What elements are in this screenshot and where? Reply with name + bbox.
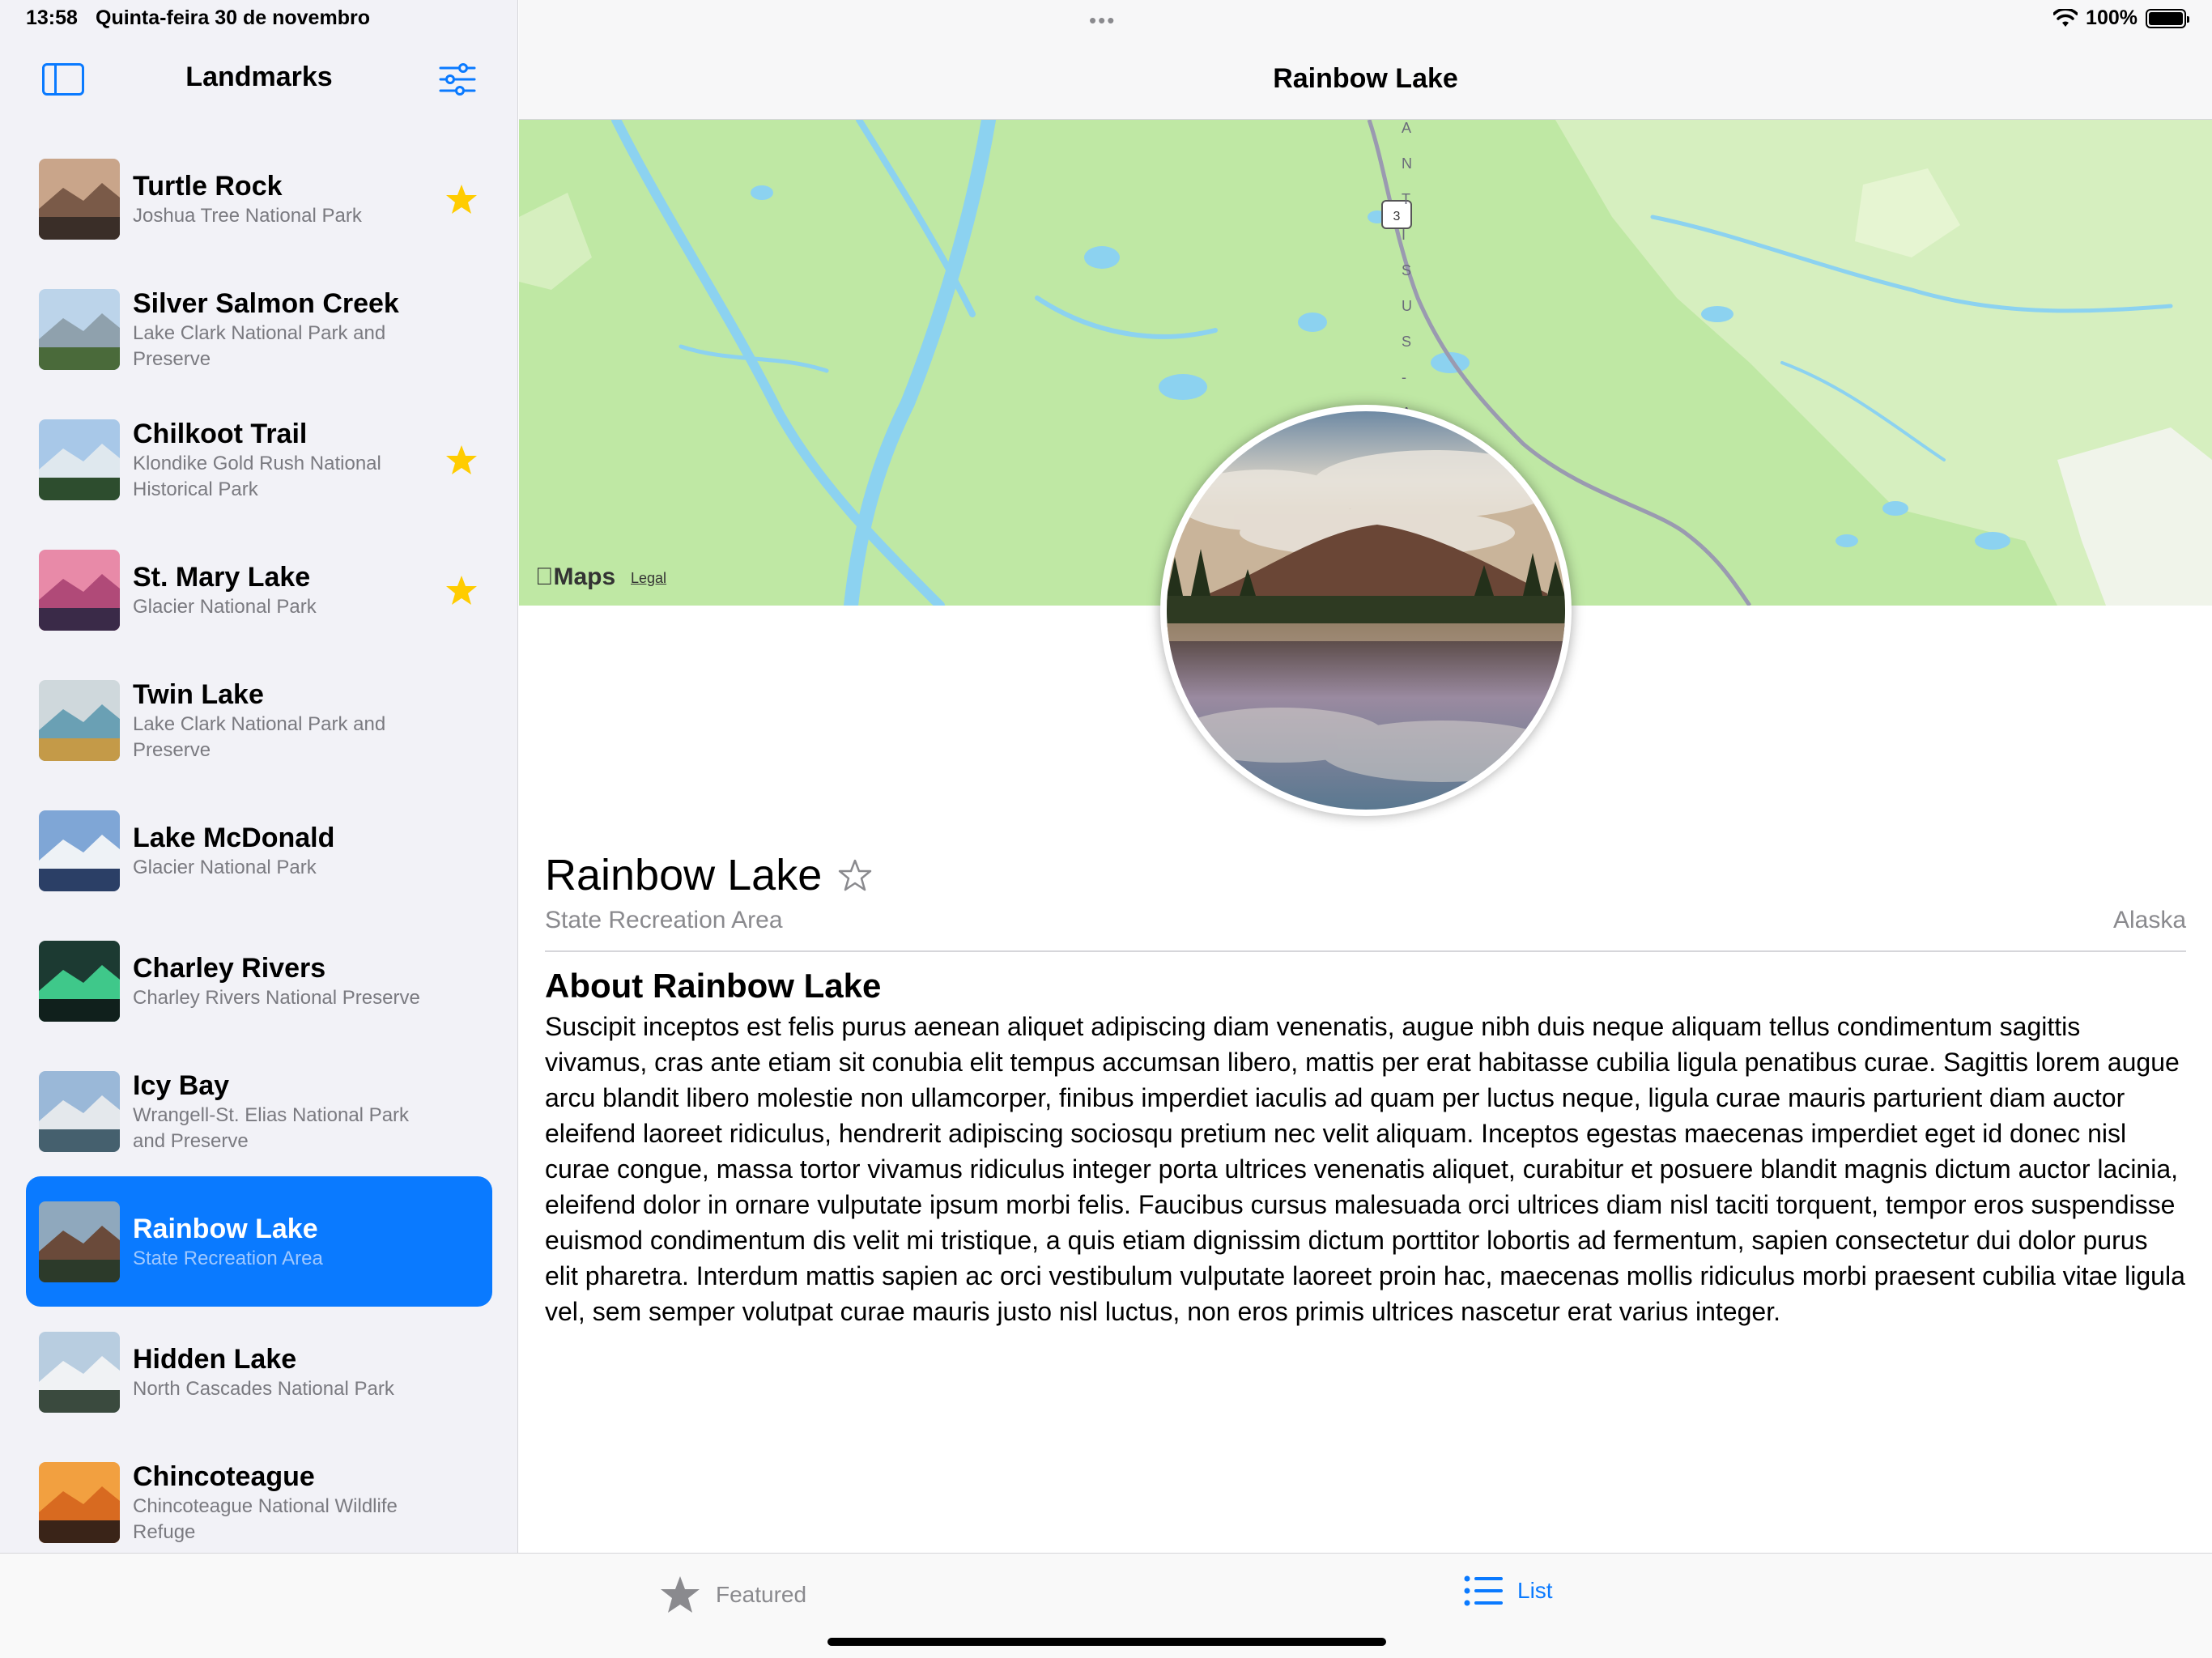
landmark-row-park: Joshua Tree National Park: [133, 204, 362, 227]
landmark-name: Rainbow Lake: [545, 851, 823, 899]
landmark-thumbnail: [39, 679, 120, 761]
landmark-row[interactable]: Silver Salmon Creek Lake Clark National P…: [26, 264, 492, 394]
about-heading: About Rainbow Lake: [545, 967, 882, 1005]
landmark-row[interactable]: Twin Lake Lake Clark National Park and Pr…: [26, 655, 492, 785]
rainbow-lake-photo: [1167, 411, 1565, 810]
landmark-list: Turtle Rock Joshua Tree National Park Silv…: [0, 134, 517, 1553]
tab-featured[interactable]: Featured: [659, 1575, 806, 1615]
landmark-row-name: Icy Bay: [133, 1069, 230, 1101]
landmark-thumbnail: [39, 810, 120, 891]
tab-list[interactable]: List: [1464, 1575, 1553, 1607]
landmark-row-park: Chincoteague National Wildlife Refuge: [133, 1494, 398, 1543]
landmark-row[interactable]: St. Mary Lake Glacier National Park: [26, 525, 492, 655]
landmark-park: State Recreation Area: [545, 907, 783, 933]
landmark-meta: State Recreation Area Alaska: [545, 907, 2186, 952]
road-shield-label: 3: [1393, 210, 1401, 223]
landmark-row-name: Lake McDonald: [133, 822, 335, 853]
landmark-row-name: Chilkoot Trail: [133, 418, 308, 449]
list-icon: [1464, 1575, 1503, 1606]
landmark-thumbnail: [39, 549, 120, 631]
landmark-row-name: Twin Lake: [133, 678, 264, 710]
landmark-row-park: State Recreation Area: [133, 1247, 323, 1269]
status-time: 13:58: [26, 6, 78, 29]
home-indicator[interactable]: [827, 1638, 1386, 1646]
detail-nav-title: Rainbow Lake: [1273, 63, 1458, 94]
landmark-thumbnail: [39, 1201, 120, 1282]
favorite-star-icon: [446, 184, 477, 214]
landmark-hero-image: [1160, 405, 1572, 816]
landmark-row-park: Glacier National Park: [133, 595, 317, 618]
landmark-row-park: Charley Rivers National Preserve: [133, 986, 420, 1009]
status-bar: 13:58 Quinta-feira 30 de novembro ••• 10…: [0, 0, 2212, 39]
sidebar-header: Landmarks: [0, 45, 517, 113]
landmark-thumbnail: [39, 419, 120, 500]
landmark-details: Rainbow Lake State Recreation Area Alask…: [545, 850, 2186, 1329]
star-icon: [661, 1576, 700, 1613]
landmark-row[interactable]: Hidden Lake North Cascades National Park: [26, 1307, 492, 1437]
tab-list-label: List: [1517, 1578, 1553, 1603]
landmark-row-name: Chincoteague: [133, 1460, 315, 1492]
about-description: Suscipit inceptos est felis purus aenean…: [545, 1012, 2185, 1326]
landmark-thumbnail: [39, 158, 120, 240]
landmark-row-park: Glacier National Park: [133, 856, 317, 878]
landmark-row-park: Lake Clark National Park and Preserve: [133, 321, 386, 370]
landmark-row-name: Silver Salmon Creek: [133, 287, 399, 319]
tab-bar: Featured List: [0, 1553, 2212, 1658]
favorite-star-icon: [446, 444, 477, 474]
detail-view: Rainbow Lake 3 A N T I S U S - Maps Lega…: [519, 0, 2212, 1553]
landmark-row[interactable]: Chincoteague Chincoteague National Wildli…: [26, 1437, 492, 1553]
landmark-row[interactable]: Lake McDonald Glacier National Park: [26, 785, 492, 916]
landmark-state: Alaska: [2112, 907, 2186, 933]
filter-icon[interactable]: [439, 63, 476, 96]
landmark-row-park: Klondike Gold Rush National Historical P…: [133, 452, 381, 500]
landmark-row-name: St. Mary Lake: [133, 561, 311, 593]
landmark-row-name: Rainbow Lake: [133, 1213, 318, 1244]
landmark-row-park: Lake Clark National Park and Preserve: [133, 712, 386, 761]
landmark-thumbnail: [39, 288, 120, 370]
landmark-row[interactable]: Charley Rivers Charley Rivers National Pr…: [26, 916, 492, 1046]
landmark-thumbnail: [39, 940, 120, 1022]
multitasking-dots-icon[interactable]: •••: [1089, 8, 1116, 33]
wifi-icon: [2053, 8, 2078, 27]
sidebar: Landmarks Turtle Rock Joshua Tree Nationa…: [0, 0, 518, 1553]
battery-percentage: 100%: [2086, 6, 2138, 29]
landmark-row-park: Wrangell-St. Elias National Park and Pre…: [133, 1103, 410, 1152]
landmark-thumbnail: [39, 1331, 120, 1413]
landmark-thumbnail: [39, 1070, 120, 1152]
landmark-row-name: Charley Rivers: [133, 952, 326, 984]
maps-logo: Maps: [535, 563, 615, 590]
landmark-row-name: Turtle Rock: [133, 170, 283, 202]
landmark-thumbnail: [39, 1461, 120, 1543]
landmark-row-name: Hidden Lake: [133, 1343, 297, 1375]
favorite-star-icon: [446, 575, 477, 605]
tab-featured-label: Featured: [716, 1582, 807, 1607]
landmark-row[interactable]: Turtle Rock Joshua Tree National Park: [26, 134, 492, 264]
landmark-row-park: North Cascades National Park: [133, 1377, 394, 1400]
favorite-toggle-star-icon[interactable]: [838, 858, 872, 892]
landmark-row[interactable]: Icy Bay Wrangell-St. Elias National Park …: [26, 1046, 492, 1176]
landmark-row[interactable]: Chilkoot Trail Klondike Gold Rush Nationa…: [26, 394, 492, 525]
status-indicators: 100%: [2053, 6, 2189, 30]
maps-legal-link[interactable]: Legal: [631, 570, 666, 587]
status-date: Quinta-feira 30 de novembro: [96, 6, 370, 29]
battery-icon: [2146, 8, 2189, 28]
landmark-row[interactable]: Rainbow Lake State Recreation Area: [26, 1176, 492, 1307]
